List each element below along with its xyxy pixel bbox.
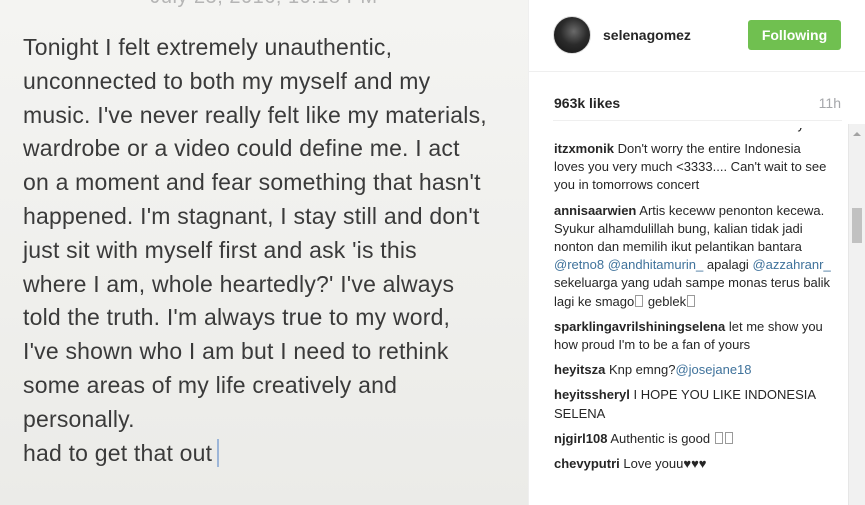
missing-emoji-icon (635, 294, 644, 307)
username-link[interactable]: selenagomez (603, 27, 691, 43)
divider (553, 120, 842, 121)
likes-count[interactable]: 963k likes (554, 95, 620, 111)
post-sidebar: selenagomez Following 963k likes 11h y i… (528, 0, 865, 505)
note-line: music. I've never really felt like my ma… (23, 101, 487, 128)
note-line: some areas of my life creatively and (23, 371, 398, 398)
comment-text: Authentic is good (610, 430, 714, 446)
note-line: personally. (23, 405, 135, 432)
clipped-comment: y (554, 128, 834, 132)
note-line: just sit with myself first and ask 'is t… (23, 236, 417, 263)
avatar[interactable] (553, 16, 591, 54)
comment-item: sparklingavrilshiningselena let me show … (554, 318, 834, 354)
comment-text: Love youu♥♥♥ (623, 456, 707, 472)
note-text: Tonight I felt extremely unauthentic, unc… (23, 31, 518, 470)
scrollbar-thumb[interactable] (852, 208, 862, 243)
missing-emoji-icon (724, 431, 733, 444)
mention-link[interactable]: @andhitamurin_ (608, 257, 704, 272)
comment-item: heyitsza Knp emng?@josejane18 (554, 361, 834, 379)
note-line: wardrobe or a video could define me. I a… (23, 135, 460, 162)
mention-link[interactable]: @josejane18 (675, 362, 751, 377)
mention-link[interactable]: @retno8 (554, 257, 604, 272)
comment-item: itzxmonik Don't worry the entire Indones… (554, 140, 834, 195)
comment-item: njgirl108 Authentic is good (554, 430, 834, 448)
note-line: told the truth. I'm always true to my wo… (23, 304, 451, 331)
note-line: had to get that out (23, 437, 518, 471)
note-line: on a moment and fear something that hasn… (23, 169, 481, 196)
note-line: Tonight I felt extremely unauthentic, (23, 34, 393, 60)
post-time[interactable]: 11h (819, 95, 841, 111)
comment-username[interactable]: chevyputri (554, 456, 620, 471)
post-photo: July 25, 2016, 10:18 PM Tonight I felt e… (0, 0, 528, 505)
following-button[interactable]: Following (748, 20, 841, 50)
comments-scrollbar[interactable] (848, 124, 865, 505)
comment-username[interactable]: itzxmonik (554, 141, 614, 156)
comments-list: y itzxmonik Don't worry the entire Indon… (554, 128, 834, 505)
comment-item: heyitssheryl I HOPE YOU LIKE INDONESIA S… (554, 386, 834, 422)
comment-username[interactable]: heyitssheryl (554, 387, 630, 402)
comment-item: annisaarwien Artis keceww penonton kecew… (554, 202, 834, 311)
comment-item: chevyputri Love youu♥♥♥ (554, 455, 834, 473)
missing-emoji-icon (687, 294, 696, 307)
note-line: where I am, whole heartedly?' I've alway… (23, 270, 455, 297)
comment-text: geblek (644, 293, 687, 309)
note-line: I've shown who I am but I need to rethin… (23, 338, 449, 365)
text-cursor (217, 438, 220, 467)
note-line: unconnected to both my myself and my (23, 67, 431, 94)
missing-emoji-icon (714, 431, 723, 444)
note-line: happened. I'm stagnant, I stay still and… (23, 202, 480, 229)
comment-text: Knp emng? (608, 362, 676, 378)
comment-username[interactable]: annisaarwien (554, 203, 636, 218)
scroll-up-arrow-icon[interactable] (853, 132, 861, 136)
photo-date-text: July 25, 2016, 10:18 PM (0, 0, 528, 9)
comment-username[interactable]: heyitsza (554, 362, 605, 377)
comment-username[interactable]: njgirl108 (554, 431, 607, 446)
post-header: selenagomez Following (529, 0, 865, 72)
comment-text: apalagi (703, 257, 753, 273)
mention-link[interactable]: @azzahranr_ (752, 257, 830, 272)
comment-username[interactable]: sparklingavrilshiningselena (554, 319, 725, 334)
